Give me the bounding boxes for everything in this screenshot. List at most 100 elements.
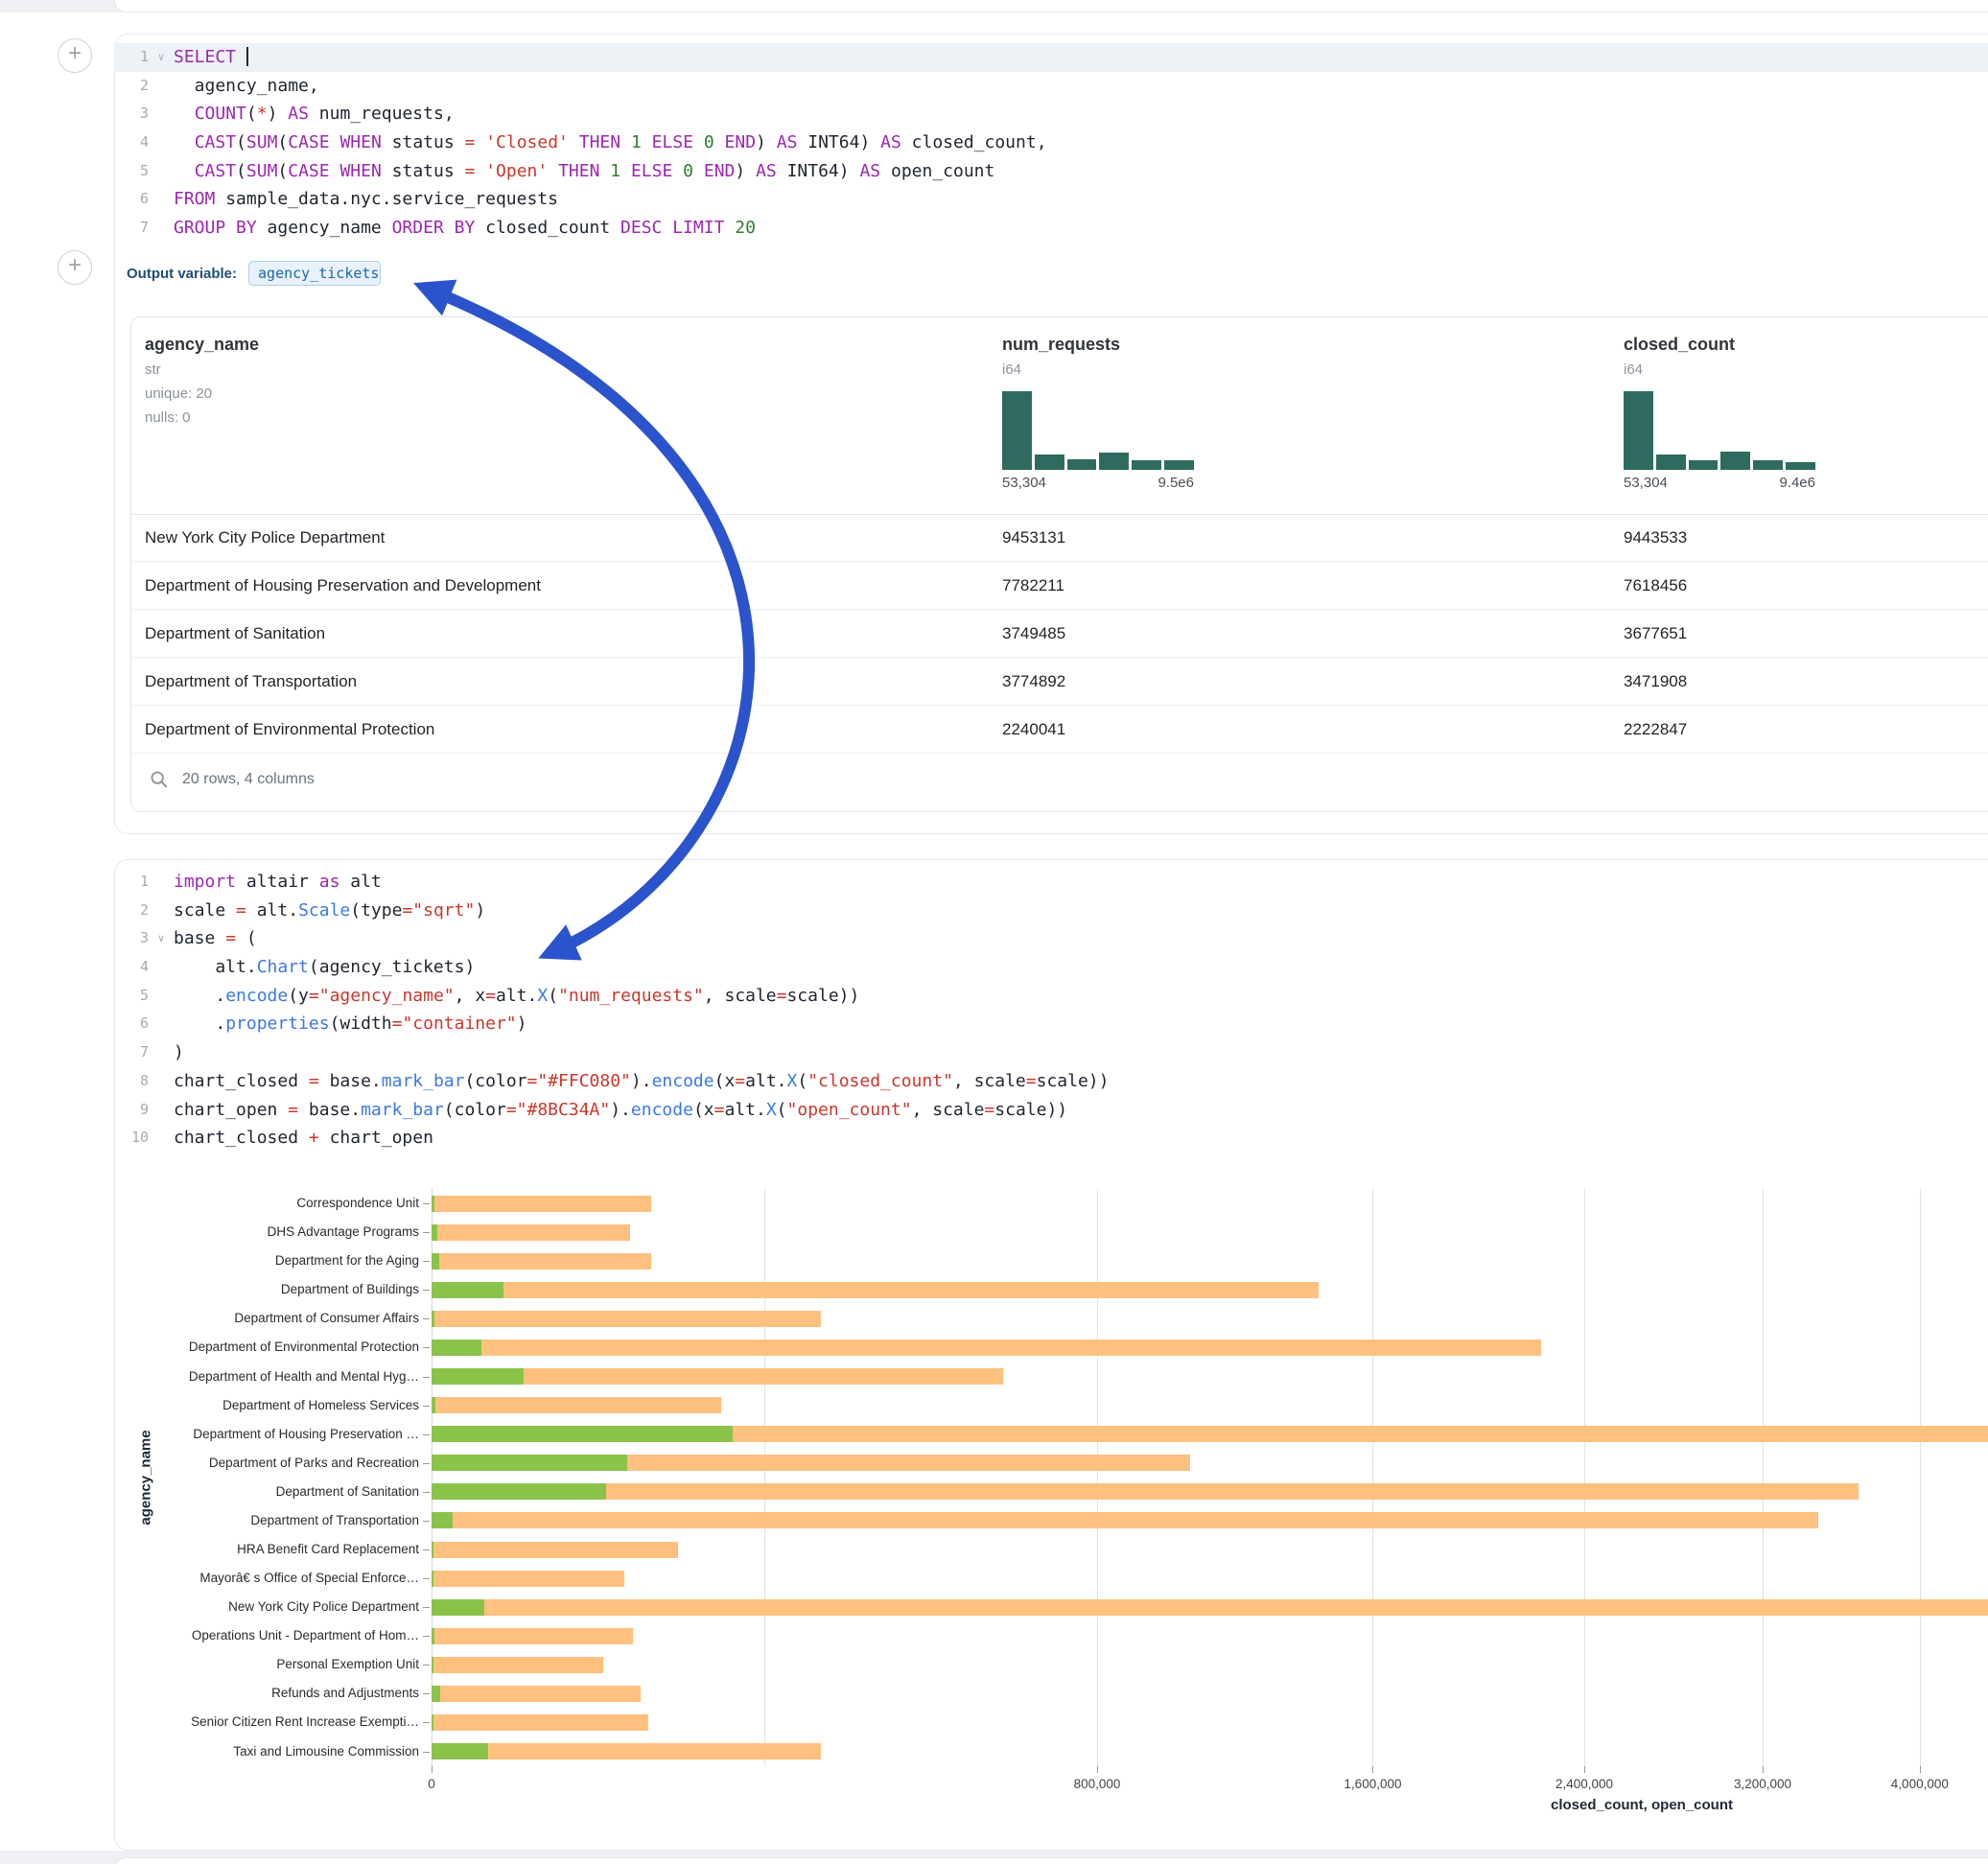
code-line[interactable]: 6 .properties(width="container") [114,1010,1988,1038]
bar-open_count[interactable] [432,1282,503,1298]
bar-closed_count[interactable] [432,1253,651,1270]
code-line-text[interactable]: SELECT [174,43,248,72]
bar-open_count[interactable] [432,1253,439,1270]
column-header-closed_count[interactable]: closed_counti6453,3049.4e6 [1624,335,1815,491]
bar-closed_count[interactable] [432,1397,721,1413]
bar-open_count[interactable] [432,1512,453,1528]
line-number: 8 [114,1067,149,1096]
code-line-text[interactable]: .properties(width="container") [174,1010,527,1038]
code-line-text[interactable]: import altair as alt [174,868,382,897]
code-line[interactable]: 2 agency_name, [114,72,1988,101]
code-line-text[interactable]: .encode(y="agency_name", x=alt.X("num_re… [174,982,859,1011]
y-tick-mark [423,1347,430,1348]
table-row[interactable]: Department of Sanitation37494853677651 [131,610,1988,658]
bar-open_count[interactable] [432,1483,606,1500]
bar-open_count[interactable] [432,1224,437,1241]
code-line[interactable]: 4 CAST(SUM(CASE WHEN status = 'Closed' T… [114,128,1988,157]
code-line[interactable]: 7) [114,1038,1988,1067]
code-line-text[interactable]: base = ( [174,924,257,953]
code-line-text[interactable]: agency_name, [174,72,319,101]
add-cell-button[interactable]: + [58,38,92,73]
code-line[interactable]: 3 COUNT(*) AS num_requests, [114,100,1988,128]
bar-open_count[interactable] [432,1571,433,1587]
code-line-text[interactable]: ) [174,1038,184,1067]
bar-open_count[interactable] [432,1397,435,1413]
table-row[interactable]: Department of Environmental Protection22… [131,706,1988,754]
code-line-text[interactable]: chart_open = base.mark_bar(color="#8BC34… [174,1096,1067,1125]
code-line[interactable]: 3∨base = ( [114,924,1988,953]
bar-open_count[interactable] [432,1657,433,1673]
bar-closed_count[interactable] [432,1512,1818,1528]
min-value: 53,304 [1624,475,1668,491]
output-variable-pill[interactable]: agency_tickets [248,261,381,286]
code-token [174,132,195,152]
bar-closed_count[interactable] [432,1282,1319,1298]
code-line[interactable]: 9chart_open = base.mark_bar(color="#8BC3… [114,1096,1988,1125]
code-line-text[interactable]: scale = alt.Scale(type="sqrt") [174,897,485,925]
code-line-text[interactable]: CAST(SUM(CASE WHEN status = 'Closed' THE… [174,128,1047,157]
bar-open_count[interactable] [432,1311,434,1327]
code-line-text[interactable]: chart_closed = base.mark_bar(color="#FFC… [174,1067,1109,1096]
code-line-text[interactable]: CAST(SUM(CASE WHEN status = 'Open' THEN … [174,157,994,186]
bar-closed_count[interactable] [432,1542,678,1558]
fold-chevron-icon[interactable]: ∨ [149,924,174,953]
table-row[interactable]: Department of Housing Preservation and D… [131,562,1988,610]
fold-chevron-icon[interactable]: ∨ [149,43,174,72]
bar-closed_count[interactable] [432,1196,651,1212]
bar-closed_count[interactable] [432,1686,641,1702]
bar-open_count[interactable] [432,1340,481,1356]
bar-open_count[interactable] [432,1368,524,1385]
bar-open_count[interactable] [432,1599,484,1616]
code-line-text[interactable]: GROUP BY agency_name ORDER BY closed_cou… [174,214,756,243]
bar-closed_count[interactable] [432,1628,633,1644]
bar-open_count[interactable] [432,1426,733,1442]
bar-open_count[interactable] [432,1196,434,1212]
code-line-text[interactable]: COUNT(*) AS num_requests, [174,100,455,128]
bar-closed_count[interactable] [432,1571,624,1587]
code-line-text[interactable]: chart_closed + chart_open [174,1124,433,1153]
sql-editor[interactable]: 1∨SELECT 2 agency_name,3 COUNT(*) AS num… [114,43,1988,243]
add-cell-button[interactable]: + [58,250,92,285]
code-token: "#8BC34A" [517,1100,611,1120]
code-line[interactable]: 8 chart_closed = base.mark_bar(color="#FF… [114,1067,1988,1096]
code-line[interactable]: 5 .encode(y="agency_name", x=alt.X("num_… [114,982,1988,1011]
bar-open_count[interactable] [432,1455,627,1471]
code-line-text[interactable]: alt.Chart(agency_tickets) [174,953,475,982]
code-line[interactable]: 4 alt.Chart(agency_tickets) [114,953,1988,982]
code-token: INT64) [797,132,880,152]
table-cell: 2222847 [1624,706,1687,753]
search-icon[interactable] [149,769,170,790]
bar-closed_count[interactable] [432,1311,821,1327]
table-row[interactable]: New York City Police Department945313194… [131,514,1988,562]
column-header-agency_name[interactable]: agency_namestrunique: 20nulls: 0 [145,335,259,426]
code-line[interactable]: 2scale = alt.Scale(type="sqrt") [114,897,1988,925]
bar-closed_count[interactable] [432,1657,603,1673]
bar-closed_count[interactable] [432,1599,1988,1616]
code-line[interactable]: 6FROM sample_data.nyc.service_requests [114,185,1988,214]
code-line[interactable]: 5 CAST(SUM(CASE WHEN status = 'Open' THE… [114,157,1988,186]
bar-open_count[interactable] [432,1714,433,1731]
code-line[interactable]: 10chart_closed + chart_open [114,1124,1988,1153]
code-line[interactable]: 1∨SELECT [114,43,1988,72]
code-line-text[interactable]: FROM sample_data.nyc.service_requests [174,185,558,214]
bar-open_count[interactable] [432,1743,488,1759]
code-token [693,132,704,152]
bar-open_count[interactable] [432,1686,440,1702]
code-token: ) [268,104,289,124]
bar-open_count[interactable] [432,1542,433,1558]
bar-closed_count[interactable] [432,1340,1541,1356]
code-line[interactable]: 1import altair as alt [114,868,1988,897]
bar-closed_count[interactable] [432,1743,821,1759]
bar-open_count[interactable] [432,1628,434,1644]
code-line[interactable]: 7GROUP BY agency_name ORDER BY closed_co… [114,214,1988,243]
bar-closed_count[interactable] [432,1714,648,1731]
column-histogram [1002,391,1194,470]
table-row[interactable]: Department of Transportation377489234719… [131,658,1988,706]
column-header-num_requests[interactable]: num_requestsi6453,3049.5e6 [1002,335,1194,491]
bar-closed_count[interactable] [432,1224,630,1241]
bar-closed_count[interactable] [432,1483,1859,1500]
python-editor[interactable]: 1import altair as alt2scale = alt.Scale(… [114,868,1988,1153]
y-axis-label: DHS Advantage Programs [96,1224,419,1239]
code-token [620,132,631,152]
code-token: 1 [631,132,642,152]
